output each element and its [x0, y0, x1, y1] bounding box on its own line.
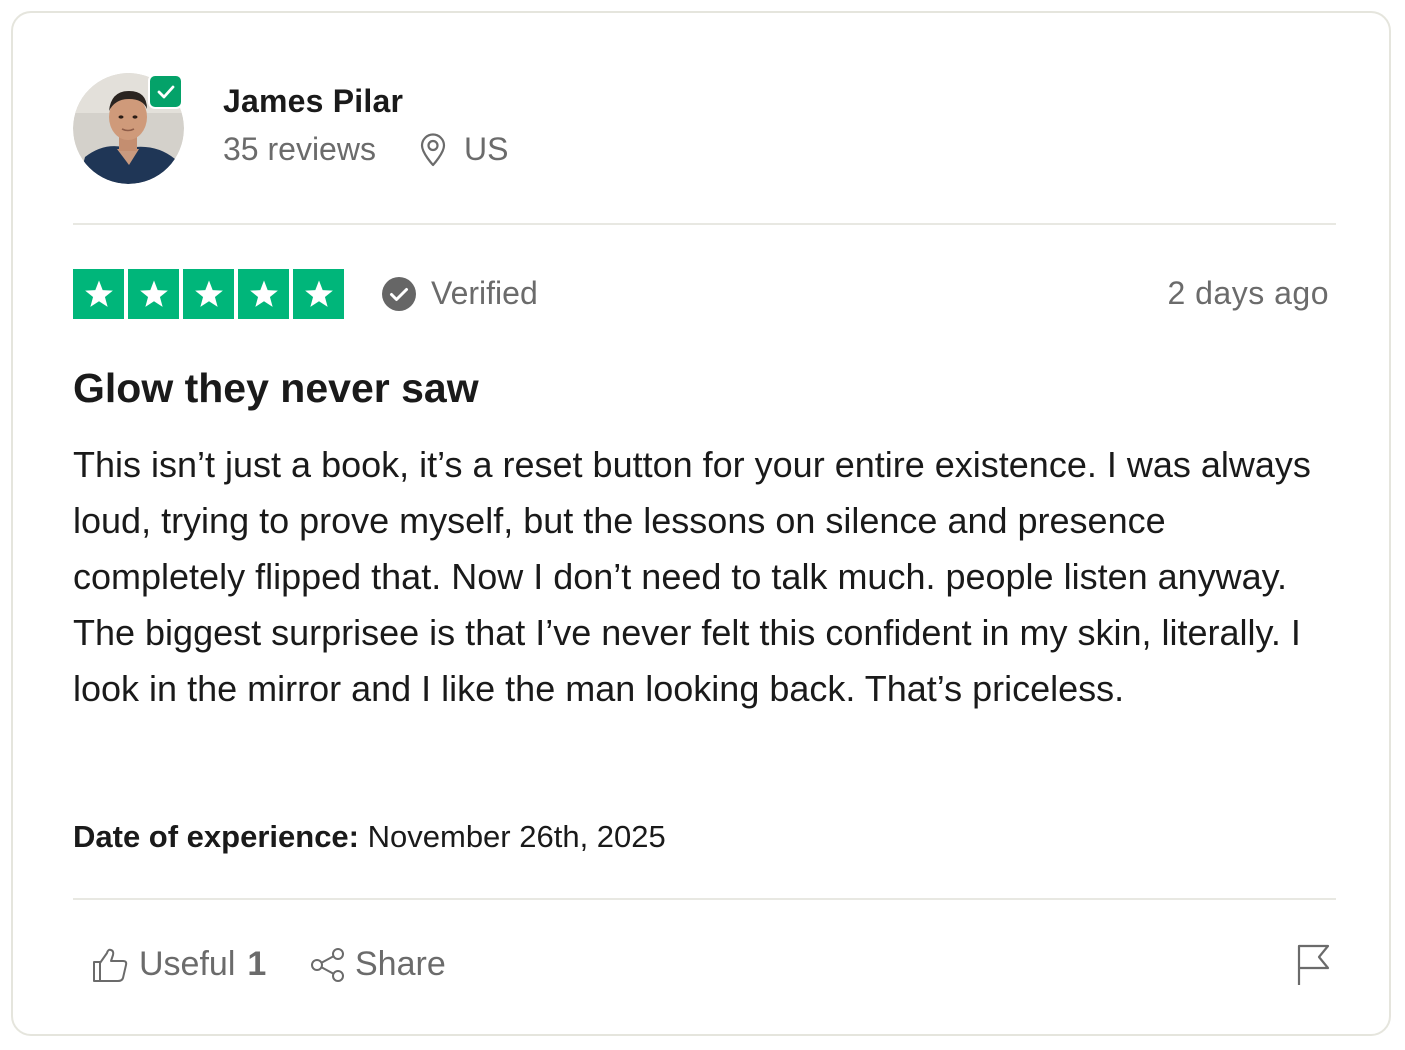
avatar-verified-badge — [150, 76, 181, 107]
footer-divider — [73, 898, 1336, 900]
reviews-count: 35 reviews — [223, 131, 376, 167]
experience-label: Date of experience: — [73, 819, 359, 854]
share-icon — [311, 947, 344, 982]
share-button[interactable]: Share — [309, 945, 446, 984]
star-4 — [238, 269, 289, 319]
star-icon — [249, 280, 278, 307]
star-rating — [73, 269, 344, 319]
location-pin-icon — [420, 132, 446, 166]
experience-date: November 26th, 2025 — [367, 819, 666, 854]
check-icon — [157, 85, 174, 98]
reviewer-location: US — [418, 131, 508, 168]
flag-icon — [1297, 944, 1330, 985]
check-circle-icon — [382, 276, 416, 311]
star-icon — [139, 280, 168, 307]
star-3 — [183, 269, 234, 319]
reviewer-meta: 35 reviews US — [223, 131, 508, 168]
review-title[interactable]: Glow they never saw — [73, 365, 479, 412]
reviewer-name[interactable]: James Pilar — [223, 83, 403, 120]
star-icon — [84, 280, 113, 307]
useful-count: 1 — [247, 945, 267, 983]
date-of-experience: Date of experience: November 26th, 2025 — [73, 819, 666, 855]
location-label: US — [463, 131, 509, 167]
star-1 — [73, 269, 124, 319]
reviewer-avatar-container[interactable] — [73, 73, 184, 184]
share-label: Share — [355, 945, 446, 983]
header-divider — [73, 223, 1336, 225]
verified-label[interactable]: Verified — [381, 275, 538, 312]
review-body: This isn’t just a book, it’s a reset but… — [73, 444, 1311, 709]
star-icon — [304, 280, 333, 307]
verified-text: Verified — [431, 275, 538, 311]
star-5 — [293, 269, 344, 319]
useful-label: Useful — [139, 945, 236, 983]
review-card: James Pilar 35 reviews US Verified 2 day… — [11, 11, 1391, 1036]
star-icon — [194, 280, 223, 307]
report-button[interactable] — [1295, 943, 1331, 992]
useful-button[interactable]: Useful 1 — [91, 945, 266, 984]
posted-date: 2 days ago — [1167, 275, 1329, 311]
thumbs-up-icon — [93, 948, 128, 982]
star-2 — [128, 269, 179, 319]
